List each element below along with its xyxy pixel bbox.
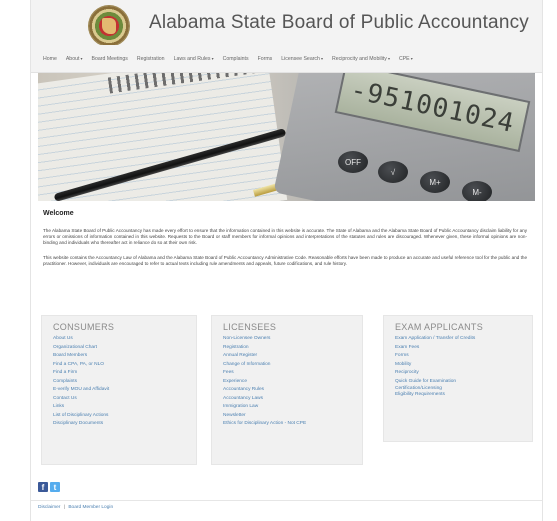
main-nav: Home About Board Meetings Registration L…: [31, 45, 542, 73]
hero-banner-image: -951001024 OFF √ M+ M-: [38, 73, 535, 201]
consumers-link[interactable]: List of Disciplinary Actions: [53, 412, 196, 421]
footer-divider: [31, 500, 542, 501]
consumers-link[interactable]: Find a Firm: [53, 369, 196, 378]
footer-separator: |: [63, 505, 65, 510]
calculator-key-sqrt: √: [378, 161, 408, 183]
calculator-key-off: OFF: [338, 151, 368, 173]
exam-applicants-heading: EXAM APPLICANTS: [395, 322, 484, 332]
licensees-link[interactable]: Annual Register: [223, 352, 362, 361]
disclaimer-link[interactable]: Disclaimer: [38, 505, 60, 510]
consumers-heading: CONSUMERS: [53, 322, 115, 332]
facebook-icon[interactable]: f: [38, 482, 48, 492]
nav-licensee-search[interactable]: Licensee Search: [281, 56, 323, 62]
exam-applicants-link[interactable]: Mobility: [395, 361, 532, 370]
nav-laws-and-rules[interactable]: Laws and Rules: [174, 56, 214, 62]
social-links: f t: [38, 482, 60, 492]
licensees-link[interactable]: Newsletter: [223, 412, 362, 421]
calculator-key-mminus: M-: [462, 181, 492, 201]
licensees-heading: LICENSEES: [223, 322, 277, 332]
exam-applicants-panel: EXAM APPLICANTS Exam Application / Trans…: [383, 315, 533, 442]
licensees-link[interactable]: Experience: [223, 378, 362, 387]
nav-registration[interactable]: Registration: [137, 56, 165, 62]
consumers-link[interactable]: Organizational Chart: [53, 344, 196, 353]
nav-home[interactable]: Home: [43, 56, 57, 62]
licensees-link[interactable]: Fees: [223, 369, 362, 378]
nav-board-meetings[interactable]: Board Meetings: [92, 56, 128, 62]
consumers-link[interactable]: About Us: [53, 335, 196, 344]
site-footer: Disclaimer | Board Member Login: [38, 505, 113, 510]
site-title[interactable]: Alabama State Board of Public Accountanc…: [149, 12, 529, 34]
state-seal-logo[interactable]: [89, 6, 129, 46]
consumers-link[interactable]: Find a CPA, PA, or NLO: [53, 361, 196, 370]
exam-applicants-link[interactable]: Quick Guide for Examination: [395, 378, 532, 387]
licensees-link[interactable]: Accountancy Rules: [223, 386, 362, 395]
nav-forms[interactable]: Forms: [258, 56, 273, 62]
consumers-link[interactable]: Board Members: [53, 352, 196, 361]
nav-cpe[interactable]: CPE: [399, 56, 413, 62]
consumers-link[interactable]: Contact Us: [53, 395, 196, 404]
nav-about[interactable]: About: [66, 56, 83, 62]
exam-applicants-link[interactable]: Forms: [395, 352, 532, 361]
board-member-login-link[interactable]: Board Member Login: [68, 505, 113, 510]
consumers-link[interactable]: Links: [53, 403, 196, 412]
licensees-link[interactable]: Ethics for Disciplinary Action - Not CPE: [223, 420, 362, 429]
licensees-link[interactable]: Accountancy Laws: [223, 395, 362, 404]
page-frame: Alabama State Board of Public Accountanc…: [30, 0, 543, 521]
licensees-link[interactable]: Non-Licensee Owners: [223, 335, 362, 344]
licensees-panel: LICENSEES Non-Licensee Owners Registrati…: [211, 315, 363, 465]
exam-applicants-link[interactable]: Eligibility Requirements: [395, 392, 532, 398]
welcome-heading: Welcome: [43, 210, 74, 217]
welcome-paragraph-law: This website contains the Accountancy La…: [43, 255, 527, 267]
consumers-link[interactable]: Complaints: [53, 378, 196, 387]
welcome-paragraph-disclaimer: The Alabama State Board of Public Accoun…: [43, 228, 527, 246]
nav-complaints[interactable]: Complaints: [223, 56, 249, 62]
nav-reciprocity-mobility[interactable]: Reciprocity and Mobility: [332, 56, 390, 62]
calculator-key-mplus: M+: [420, 171, 450, 193]
consumers-link[interactable]: Disciplinary Documents: [53, 420, 196, 429]
consumers-panel: CONSUMERS About Us Organizational Chart …: [41, 315, 197, 465]
twitter-icon[interactable]: t: [50, 482, 60, 492]
licensees-link[interactable]: Change of Information: [223, 361, 362, 370]
licensees-link[interactable]: Registration: [223, 344, 362, 353]
licensees-link[interactable]: Immigration Law: [223, 403, 362, 412]
consumers-link[interactable]: E-verify MOU and Affidavit: [53, 386, 196, 395]
exam-applicants-link[interactable]: Exam Fees: [395, 344, 532, 353]
site-header: Alabama State Board of Public Accountanc…: [31, 0, 542, 46]
exam-applicants-link[interactable]: Exam Application / Transfer of Credits: [395, 335, 532, 344]
exam-applicants-link[interactable]: Reciprocity: [395, 369, 532, 378]
